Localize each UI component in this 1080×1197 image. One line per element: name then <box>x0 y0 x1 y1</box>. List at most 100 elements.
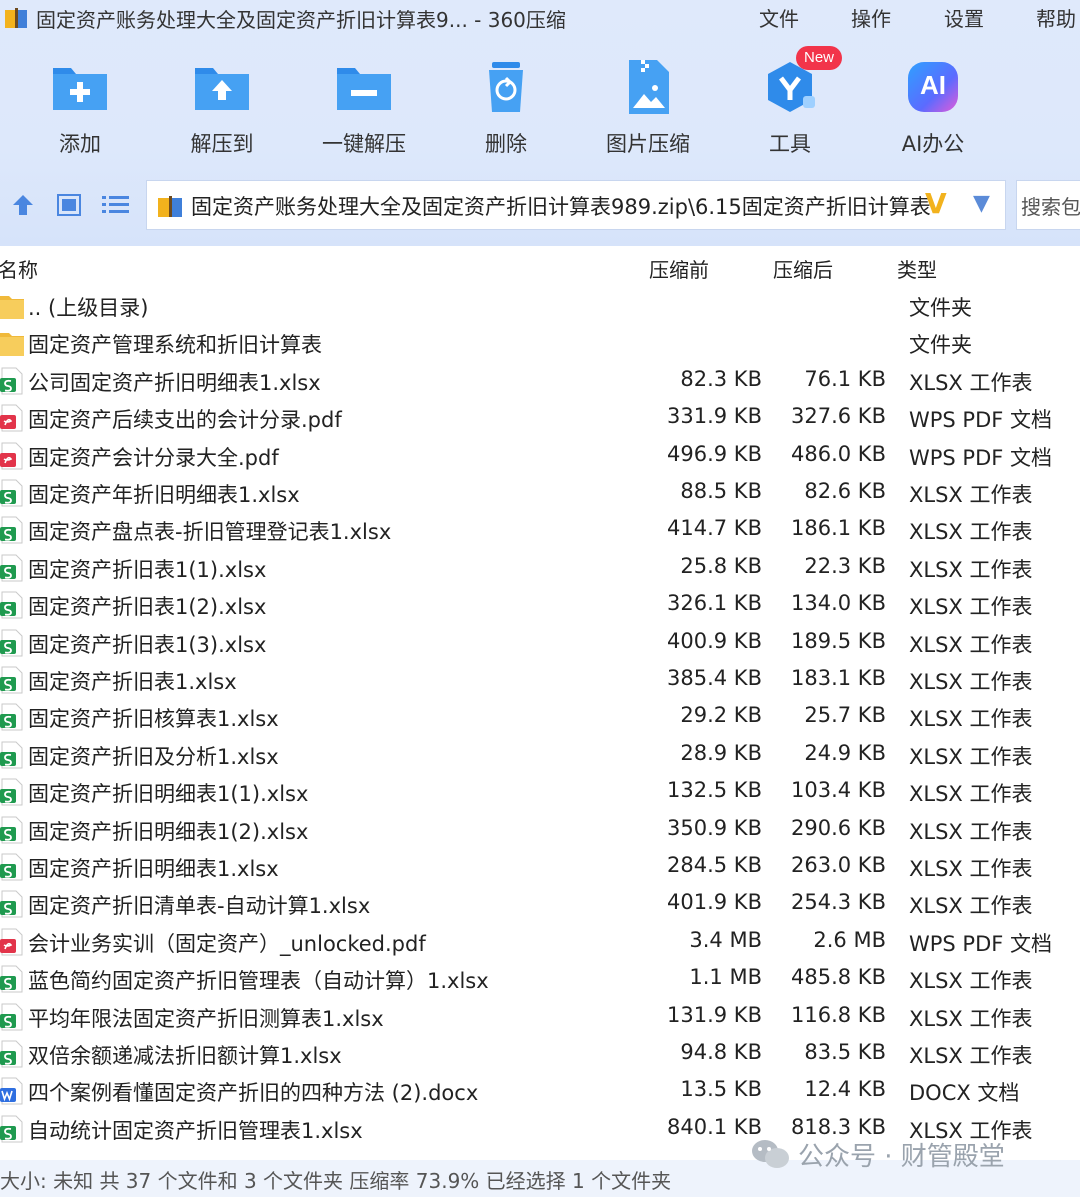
ai-icon-text: AI <box>920 70 946 100</box>
file-size-before: 3.4 MB <box>689 927 762 952</box>
menu-operate[interactable]: 操作 <box>851 3 891 32</box>
file-size-after: 82.6 KB <box>804 479 886 503</box>
file-row[interactable]: 固定资产折旧明细表1.xlsx 284.5 KB 263.0 KB XLSX 工作表 <box>0 849 1080 886</box>
file-size-before: 401.9 KB <box>667 890 762 915</box>
file-size-before: 88.5 KB <box>680 479 762 503</box>
file-size-after: 25.7 KB <box>804 703 886 728</box>
file-name: 固定资产折旧及分析1.xlsx <box>28 744 279 769</box>
thumbnail-view-icon[interactable] <box>56 193 82 217</box>
menu-settings[interactable]: 设置 <box>944 3 984 32</box>
file-row[interactable]: 固定资产会计分录大全.pdf 496.9 KB 486.0 KB WPS PDF 文档 <box>0 438 1080 475</box>
image-compress-icon <box>629 60 669 114</box>
search-input[interactable]: 搜索包 <box>1016 180 1080 230</box>
file-name: 固定资产盘点表-折旧管理登记表1.xlsx <box>28 520 392 545</box>
column-name[interactable]: 名称 <box>0 254 38 283</box>
ai-office-button[interactable]: AI AI办公 <box>873 56 993 162</box>
new-badge: New <box>796 46 842 70</box>
add-button[interactable]: 添加 <box>20 56 140 162</box>
file-name: 固定资产折旧明细表1(1).xlsx <box>28 782 309 807</box>
watermark: 公众号 · 财管殿堂 <box>750 1134 1005 1174</box>
image-compress-button[interactable]: 图片压缩 <box>588 56 708 162</box>
file-type: WPS PDF 文档 <box>909 445 1053 470</box>
file-size-after: 290.6 KB <box>791 815 886 840</box>
file-row[interactable]: 四个案例看懂固定资产折旧的四种方法 (2).docx 13.5 KB 12.4 KB… <box>0 1073 1080 1110</box>
file-name: 固定资产折旧表1(3).xlsx <box>28 632 267 657</box>
file-size-after: 183.1 KB <box>791 666 886 690</box>
file-row[interactable]: 平均年限法固定资产折旧测算表1.xlsx 131.9 KB 116.8 KB XLSX… <box>0 999 1080 1036</box>
file-name: 固定资产折旧明细表1(2).xlsx <box>28 819 309 844</box>
file-size-before: 132.5 KB <box>667 778 762 803</box>
file-size-before: 82.3 KB <box>680 366 762 391</box>
xlsx-file-icon <box>0 367 23 395</box>
file-size-before: 350.9 KB <box>667 815 762 840</box>
path-text: 固定资产账务处理大全及固定资产折旧计算表989.zip\6.15固定资产折旧计算… <box>191 195 931 219</box>
file-name: 固定资产后续支出的会计分录.pdf <box>28 408 342 433</box>
file-row[interactable]: 固定资产折旧表1(3).xlsx 400.9 KB 189.5 KB XLSX 工作表 <box>0 625 1080 662</box>
file-name: 固定资产折旧表1(2).xlsx <box>28 595 267 620</box>
file-name: 四个案例看懂固定资产折旧的四种方法 (2).docx <box>28 1081 479 1106</box>
file-size-after: 327.6 KB <box>791 404 886 429</box>
file-size-before: 28.9 KB <box>680 740 762 765</box>
up-arrow-icon[interactable] <box>10 192 36 218</box>
one-click-extract-button[interactable]: 一键解压 <box>304 56 424 162</box>
title-bar: 固定资产账务处理大全及固定资产折旧计算表9... - 360压缩 文件 操作 设… <box>0 0 1080 38</box>
file-type: XLSX 工作表 <box>909 969 1033 994</box>
add-folder-icon <box>53 68 107 110</box>
file-row[interactable]: 固定资产折旧表1(1).xlsx 25.8 KB 22.3 KB XLSX 工作表 <box>0 550 1080 587</box>
file-row[interactable]: 固定资产年折旧明细表1.xlsx 88.5 KB 82.6 KB XLSX 工作表 <box>0 475 1080 512</box>
file-type: 文件夹 <box>909 296 972 320</box>
menu-file[interactable]: 文件 <box>759 3 799 32</box>
file-row[interactable]: 固定资产盘点表-折旧管理登记表1.xlsx 414.7 KB 186.1 KB XLS… <box>0 512 1080 549</box>
file-type: XLSX 工作表 <box>909 1044 1033 1068</box>
file-row[interactable]: 固定资产折旧核算表1.xlsx 29.2 KB 25.7 KB XLSX 工作表 <box>0 699 1080 736</box>
file-size-after: 116.8 KB <box>791 1002 886 1027</box>
list-view-icon[interactable] <box>102 194 130 216</box>
file-name: 固定资产折旧核算表1.xlsx <box>28 707 279 732</box>
file-row[interactable]: .. (上级目录) 文件夹 <box>0 288 1080 325</box>
file-row[interactable]: 固定资产折旧表1.xlsx 385.4 KB 183.1 KB XLSX 工作表 <box>0 662 1080 699</box>
file-size-before: 1.1 MB <box>689 965 762 990</box>
tools-button[interactable]: 工具 <box>730 56 850 162</box>
file-type: XLSX 工作表 <box>909 782 1033 807</box>
file-row[interactable]: 双倍余额递减法折旧额计算1.xlsx 94.8 KB 83.5 KB XLSX 工作表 <box>0 1036 1080 1073</box>
file-row[interactable]: 固定资产折旧表1(2).xlsx 326.1 KB 134.0 KB XLSX 工作表 <box>0 587 1080 624</box>
file-row[interactable]: 固定资产管理系统和折旧计算表 文件夹 <box>0 325 1080 362</box>
xlsx-file-icon <box>0 591 23 619</box>
menu-help[interactable]: 帮助 <box>1036 3 1076 32</box>
column-before[interactable]: 压缩前 <box>649 254 709 283</box>
delete-button[interactable]: 删除 <box>446 56 566 162</box>
extract-to-button[interactable]: 解压到 <box>162 56 282 162</box>
file-row[interactable]: 固定资产折旧及分析1.xlsx 28.9 KB 24.9 KB XLSX 工作表 <box>0 737 1080 774</box>
app-logo-icon <box>5 8 27 28</box>
file-row[interactable]: 固定资产折旧清单表-自动计算1.xlsx 401.9 KB 254.3 KB XLSX… <box>0 886 1080 923</box>
file-type: XLSX 工作表 <box>909 520 1033 545</box>
file-row[interactable]: 蓝色简约固定资产折旧管理表（自动计算）1.xlsx 1.1 MB 485.8 KB X… <box>0 961 1080 998</box>
xlsx-file-icon <box>0 778 23 806</box>
file-name: 固定资产折旧清单表-自动计算1.xlsx <box>28 894 371 919</box>
path-input[interactable]: 固定资产账务处理大全及固定资产折旧计算表989.zip\6.15固定资产折旧计算… <box>146 180 1006 230</box>
file-type: XLSX 工作表 <box>909 894 1033 919</box>
wechat-icon <box>752 1140 789 1168</box>
file-name: 双倍余额递减法折旧额计算1.xlsx <box>28 1044 342 1068</box>
status-text: 大小: 未知 共 37 个文件和 3 个文件夹 压缩率 73.9% 已经选择 1… <box>0 1169 672 1193</box>
watermark-text: 公众号 · 财管殿堂 <box>798 1141 1005 1172</box>
column-after[interactable]: 压缩后 <box>773 254 833 283</box>
file-size-after: 103.4 KB <box>791 778 886 803</box>
file-size-before: 29.2 KB <box>680 703 762 728</box>
file-row[interactable]: 公司固定资产折旧明细表1.xlsx 82.3 KB 76.1 KB XLSX 工作表 <box>0 363 1080 400</box>
folder-icon <box>0 296 24 319</box>
xlsx-file-icon <box>0 965 23 993</box>
file-row[interactable]: 会计业务实训（固定资产）_unlocked.pdf 3.4 MB 2.6 MB WPS… <box>0 924 1080 961</box>
column-header: 名称 压缩前 压缩后 类型 <box>0 246 1080 286</box>
vip-v-icon[interactable]: V <box>925 187 947 220</box>
xlsx-file-icon <box>0 703 23 731</box>
file-row[interactable]: 固定资产后续支出的会计分录.pdf 331.9 KB 327.6 KB WPS PDF… <box>0 400 1080 437</box>
file-name: 蓝色简约固定资产折旧管理表（自动计算）1.xlsx <box>28 969 489 994</box>
column-type[interactable]: 类型 <box>897 254 937 283</box>
path-dropdown-icon[interactable]: ▼ <box>973 191 990 216</box>
file-type: XLSX 工作表 <box>909 744 1033 769</box>
pdf-file-icon <box>0 928 23 956</box>
file-size-before: 840.1 KB <box>667 1114 762 1139</box>
file-row[interactable]: 固定资产折旧明细表1(2).xlsx 350.9 KB 290.6 KB XLSX 工… <box>0 812 1080 849</box>
file-row[interactable]: 固定资产折旧明细表1(1).xlsx 132.5 KB 103.4 KB XLSX 工… <box>0 774 1080 811</box>
